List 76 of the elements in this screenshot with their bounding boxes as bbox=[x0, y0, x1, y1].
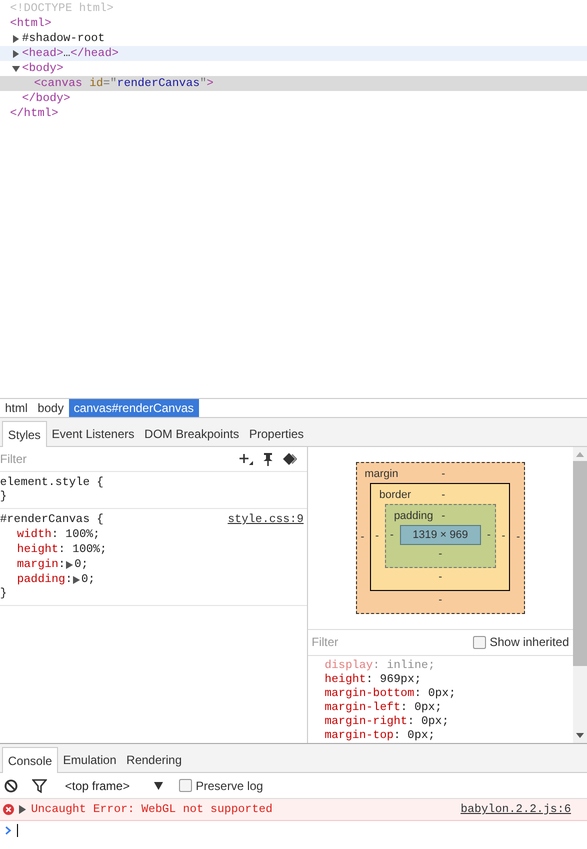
source-link[interactable]: style.css:9 bbox=[228, 512, 304, 527]
closing-brace: } bbox=[0, 490, 8, 503]
dom-node-text[interactable]: </html> bbox=[10, 107, 58, 120]
box-value: - bbox=[360, 530, 366, 543]
box-value: - bbox=[388, 528, 395, 541]
box-value: - bbox=[515, 530, 521, 543]
checkbox-label[interactable]: Preserve log bbox=[196, 778, 264, 792]
box-value: - bbox=[440, 508, 446, 524]
css-declaration: padding: bbox=[17, 572, 72, 587]
expand-triangle-icon[interactable] bbox=[19, 805, 26, 814]
box-value: - bbox=[437, 570, 444, 583]
scrollbar[interactable] bbox=[573, 447, 587, 743]
sidebar-tab[interactable]: DOM Breakpoints bbox=[139, 422, 244, 446]
box-label: border bbox=[379, 488, 412, 503]
console-message: Uncaught Error: WebGL not supported bbox=[31, 803, 274, 816]
css-value: 0; bbox=[74, 557, 88, 572]
checkbox[interactable] bbox=[178, 779, 192, 792]
frame-select[interactable]: <top frame> bbox=[65, 778, 163, 792]
computed-property: display: inline; bbox=[324, 659, 436, 673]
source-link[interactable]: babylon.2.2.js:6 bbox=[460, 803, 571, 816]
box-label: margin bbox=[364, 466, 400, 482]
clear-icon[interactable] bbox=[4, 778, 18, 792]
computed-property: margin-top: 0px; bbox=[324, 729, 436, 743]
drawer-tab[interactable]: Rendering bbox=[121, 748, 187, 772]
sidebar-tab[interactable]: Properties bbox=[244, 422, 309, 446]
expanded-triangle-icon[interactable] bbox=[12, 64, 20, 72]
computed-filter-field[interactable]: Filter bbox=[312, 635, 467, 650]
add-rule-icon[interactable] bbox=[238, 453, 253, 465]
css-selector: #renderCanvas { bbox=[0, 512, 104, 527]
closing-brace: } bbox=[0, 587, 8, 600]
checkbox[interactable] bbox=[472, 636, 486, 649]
content-box: 1319 × 969 bbox=[400, 524, 481, 545]
dom-node-text[interactable]: <html> bbox=[10, 17, 52, 30]
dom-node-text[interactable]: #shadow-root bbox=[22, 32, 105, 45]
dom-node-text[interactable]: <canvas id="renderCanvas"> bbox=[34, 77, 214, 90]
css-value: 0; bbox=[81, 572, 96, 587]
box-value: - bbox=[374, 530, 380, 542]
sidebar-tab[interactable]: Event Listeners bbox=[46, 422, 140, 446]
box-value: - bbox=[486, 528, 492, 541]
box-label: padding bbox=[394, 508, 434, 524]
drawer-tab[interactable]: Console bbox=[2, 747, 58, 773]
css-value: 100%; bbox=[72, 542, 107, 557]
box-value: - bbox=[440, 466, 446, 482]
breadcrumb[interactable]: body bbox=[32, 399, 69, 417]
checkbox-label[interactable]: Show inherited bbox=[490, 635, 569, 650]
css-declaration: width: bbox=[17, 527, 58, 542]
diamond-icon[interactable] bbox=[282, 453, 297, 465]
prompt-chevron-icon bbox=[5, 826, 12, 834]
computed-property: height: 969px; bbox=[324, 673, 422, 687]
dropdown-caret-icon[interactable] bbox=[154, 782, 163, 790]
collapsed-triangle-icon[interactable] bbox=[12, 50, 20, 58]
computed-property: margin-bottom: 0px; bbox=[324, 687, 457, 701]
styles-filter-field[interactable]: Filter bbox=[0, 452, 229, 466]
sidebar-tab[interactable]: Styles bbox=[2, 421, 47, 447]
computed-property: margin-right: 0px; bbox=[324, 715, 450, 729]
css-selector: element.style { bbox=[0, 475, 104, 490]
css-declaration: height: bbox=[17, 542, 66, 557]
box-value: - bbox=[437, 548, 444, 560]
error-icon bbox=[3, 804, 14, 815]
box-value: - bbox=[440, 488, 446, 503]
collapsed-triangle-icon[interactable] bbox=[12, 34, 20, 42]
pin-icon[interactable] bbox=[262, 452, 273, 466]
box-value: - bbox=[500, 530, 506, 542]
breadcrumb[interactable]: html bbox=[0, 399, 33, 417]
dom-node-text[interactable]: </body> bbox=[22, 92, 70, 105]
css-value: 100%; bbox=[65, 527, 100, 542]
drawer-tab[interactable]: Emulation bbox=[58, 748, 122, 772]
scroll-down-icon[interactable] bbox=[576, 733, 584, 739]
dom-node-text[interactable]: <body> bbox=[22, 62, 64, 75]
dom-node-text[interactable]: <head>…</head> bbox=[22, 47, 119, 60]
filter-icon[interactable] bbox=[32, 778, 47, 792]
computed-property: margin-left: 0px; bbox=[324, 701, 443, 715]
text-cursor bbox=[17, 824, 18, 836]
box-value: - bbox=[437, 594, 444, 606]
css-declaration: margin: bbox=[17, 557, 66, 572]
breadcrumb[interactable]: canvas#renderCanvas bbox=[68, 399, 199, 417]
